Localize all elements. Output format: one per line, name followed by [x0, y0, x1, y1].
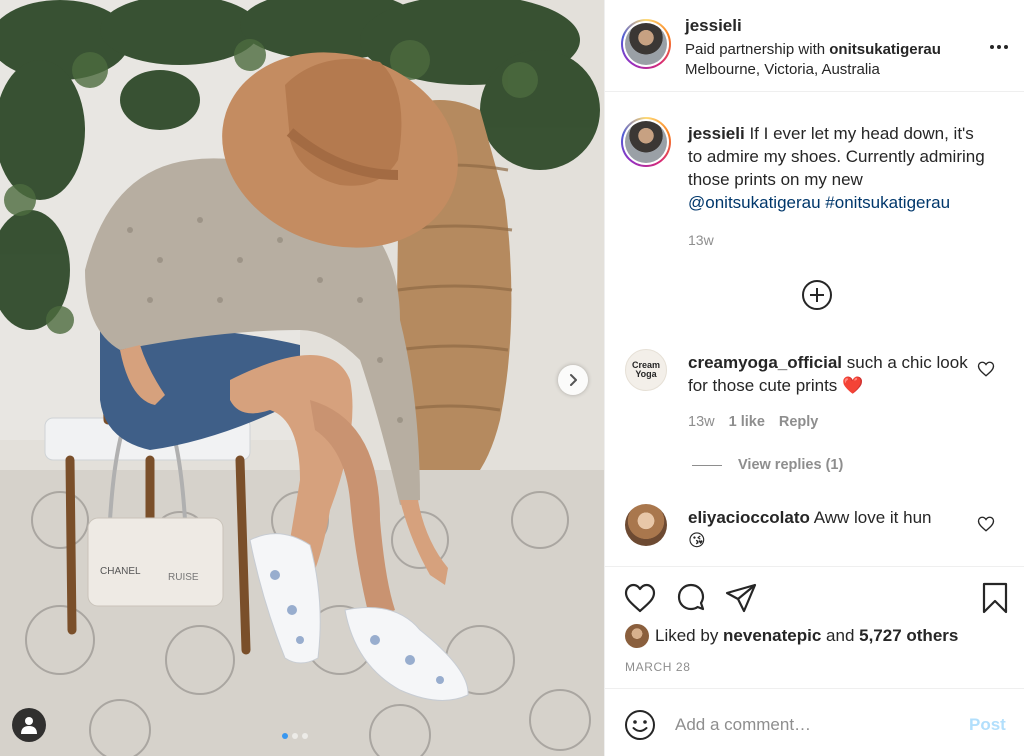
partner-link[interactable]: onitsukatigerau	[829, 41, 941, 58]
add-comment-bar: Post	[605, 688, 1024, 756]
paper-plane-icon[interactable]	[724, 581, 758, 615]
comment-meta: 13w 1 like Reply	[688, 414, 818, 430]
post-details-panel: jessieli Paid partnership with onitsukat…	[604, 0, 1024, 756]
commenter-username[interactable]: creamyoga_official	[688, 353, 842, 372]
comment-like-heart-icon[interactable]	[977, 360, 995, 378]
chevron-right-icon	[570, 374, 577, 386]
view-replies-label: View replies (1)	[738, 457, 844, 473]
comment-reply-button[interactable]: Reply	[779, 414, 819, 430]
caption-mention[interactable]: @onitsukatigerau	[688, 193, 821, 212]
user-tag-icon	[21, 717, 37, 734]
load-more-comments-button[interactable]	[801, 279, 833, 311]
liker-avatar[interactable]	[625, 624, 649, 648]
comment-bubble-icon[interactable]	[674, 581, 708, 615]
liker-username[interactable]: nevenatepic	[723, 626, 821, 645]
plus-circle-icon	[802, 280, 832, 310]
comment-input[interactable]	[675, 711, 945, 739]
comment-body: Aww love it hun	[813, 508, 932, 527]
partnership-prefix: Paid partnership with	[685, 41, 830, 58]
divider-line	[692, 464, 722, 466]
caption-text: jessieli If I ever let my head down, it'…	[688, 122, 988, 214]
comment-like-heart-icon[interactable]	[977, 515, 995, 533]
author-username[interactable]: jessieli	[685, 16, 742, 36]
post-header: jessieli Paid partnership with onitsukat…	[605, 0, 1024, 92]
carousel-dot-active	[282, 733, 288, 739]
bag-tag-text: RUISE	[168, 572, 199, 583]
likes-prefix: Liked by	[655, 626, 724, 645]
comment-emoji: ❤️	[842, 376, 864, 395]
view-replies-button[interactable]: View replies (1)	[692, 457, 843, 473]
post-comment-button[interactable]: Post	[969, 715, 1006, 735]
bookmark-icon[interactable]	[978, 581, 1012, 615]
post-date[interactable]: MARCH 28	[625, 660, 690, 674]
paid-partnership-label: Paid partnership with onitsukatigerau	[685, 41, 941, 58]
likes-middle: and	[821, 626, 860, 645]
carousel-indicator	[282, 733, 308, 739]
commenter-avatar[interactable]: Cream Yoga	[625, 349, 667, 391]
more-options-button[interactable]	[987, 37, 1011, 57]
commenter-avatar[interactable]	[625, 504, 667, 546]
avatar-logo-text: Cream Yoga	[631, 360, 660, 379]
smiley-icon[interactable]	[624, 709, 656, 741]
post-location[interactable]: Melbourne, Victoria, Australia	[685, 61, 880, 78]
post-actions: Liked by nevenatepic and 5,727 others MA…	[605, 566, 1024, 688]
comment-emoji: 😘	[688, 531, 706, 550]
comment-timestamp[interactable]: 13w	[688, 414, 715, 430]
commenter-username[interactable]: eliyacioccolato	[688, 508, 810, 527]
next-photo-button[interactable]	[558, 365, 588, 395]
more-options-icon	[990, 45, 994, 49]
carousel-dot	[292, 733, 298, 739]
likes-summary: Liked by nevenatepic and 5,727 others	[625, 624, 958, 648]
like-heart-icon[interactable]	[623, 581, 657, 615]
caption-timestamp[interactable]: 13w	[688, 232, 714, 248]
post-photo[interactable]: CHANEL RUISE	[0, 0, 604, 756]
comment-likes-count[interactable]: 1 like	[729, 414, 765, 430]
caption-hashtag[interactable]: #onitsukatigerau	[825, 193, 950, 212]
carousel-dot	[302, 733, 308, 739]
likes-others-count[interactable]: 5,727 others	[859, 626, 958, 645]
photo-illustration: CHANEL RUISE	[0, 0, 604, 756]
tagged-users-button[interactable]	[12, 708, 46, 742]
author-avatar[interactable]	[621, 19, 671, 69]
comment-text: creamyoga_official such a chic look for …	[688, 351, 968, 397]
comment-text: eliyacioccolato Aww love it hun 😘	[688, 506, 968, 552]
caption-author-avatar[interactable]	[621, 117, 671, 167]
bag-logo-text: CHANEL	[100, 566, 141, 577]
caption-username[interactable]: jessieli	[688, 124, 745, 143]
